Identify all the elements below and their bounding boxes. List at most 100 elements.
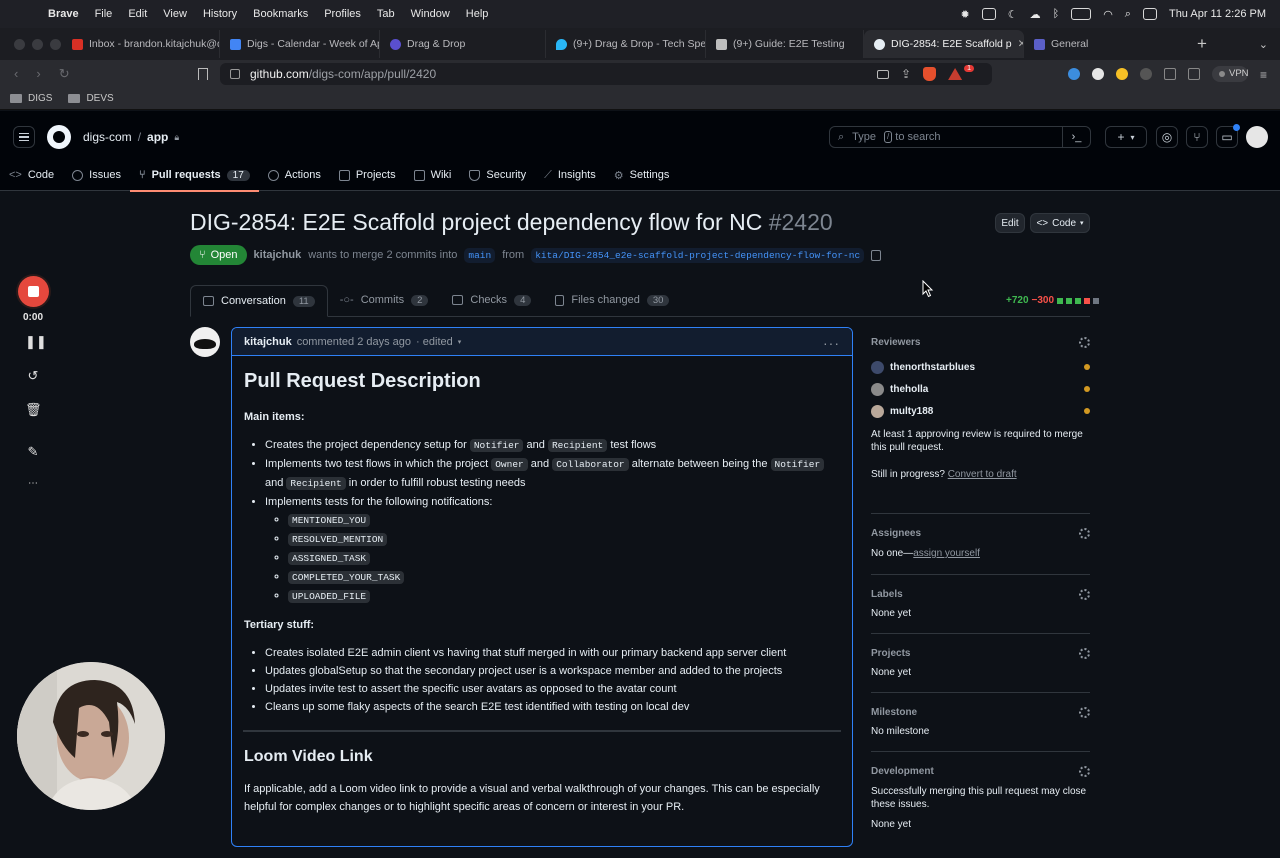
cloud-icon[interactable]: ☁ — [1030, 8, 1041, 21]
menu-history[interactable]: History — [195, 8, 245, 20]
reviewer-item[interactable]: theholla — [871, 378, 1090, 400]
pencil-icon[interactable]: ✎ — [25, 444, 41, 460]
search-spotlight-icon[interactable]: ⌕ — [1125, 8, 1131, 21]
copy-icon[interactable] — [871, 249, 882, 261]
stop-recording-button[interactable] — [18, 276, 49, 307]
menu-icon[interactable]: ≡ — [1260, 68, 1267, 82]
cast-icon[interactable] — [877, 69, 890, 79]
tab-commits[interactable]: -○- Commits 2 — [328, 284, 441, 316]
tab-projects[interactable]: Projects — [330, 159, 405, 191]
bluetooth-icon[interactable]: ᛒ — [1053, 8, 1060, 20]
gear-icon[interactable] — [1079, 648, 1090, 659]
tab-actions[interactable]: Actions — [259, 159, 330, 191]
reviewer-item[interactable]: thenorthstarblues — [871, 356, 1090, 378]
edit-title-button[interactable]: Edit — [995, 213, 1025, 233]
comment-author-avatar[interactable] — [190, 327, 220, 357]
gear-icon[interactable] — [1079, 337, 1090, 348]
browser-tab-drag-drop[interactable]: Drag & Drop — [380, 30, 546, 58]
share-icon[interactable]: ⇪ — [901, 67, 911, 81]
reviewer-item[interactable]: multy188 — [871, 400, 1090, 422]
tab-insights[interactable]: ⟋ Insights — [535, 159, 605, 191]
wallet-icon[interactable] — [1188, 68, 1200, 80]
wifi-icon[interactable]: ◠ — [1103, 8, 1113, 21]
menu-profiles[interactable]: Profiles — [316, 8, 369, 20]
browser-tab-guide[interactable]: (9+) Guide: E2E Testing — [706, 30, 864, 58]
github-logo-icon[interactable] — [47, 125, 71, 149]
battery-icon[interactable] — [1071, 8, 1092, 20]
browser-tab-inbox[interactable]: Inbox - brandon.kitajchuk@dig — [62, 30, 220, 58]
assign-yourself-link[interactable]: assign yourself — [913, 548, 980, 559]
inbox-icon[interactable]: ▭ — [1216, 124, 1240, 148]
tab-wiki[interactable]: Wiki — [405, 159, 461, 191]
command-palette-icon[interactable]: ›_ — [1062, 127, 1090, 147]
menu-file[interactable]: File — [87, 8, 121, 20]
extension-icon[interactable] — [1068, 68, 1080, 80]
brave-rewards-icon[interactable] — [948, 68, 963, 80]
chevron-down-icon[interactable]: ⌄ — [1259, 38, 1268, 51]
tab-checks[interactable]: Checks 4 — [440, 284, 543, 316]
tab-conversation[interactable]: Conversation 11 — [190, 285, 328, 317]
hamburger-menu-icon[interactable] — [13, 126, 35, 148]
address-bar[interactable]: github.com/digs-com/app/pull/2420 ⇪ 1 — [220, 63, 992, 85]
menubar-datetime[interactable]: Thu Apr 11 2:26 PM — [1169, 8, 1266, 20]
gear-icon[interactable] — [1079, 589, 1090, 600]
site-info-icon[interactable] — [230, 69, 240, 79]
tab-security[interactable]: Security — [460, 159, 535, 191]
moon-icon[interactable]: ☾ — [1008, 8, 1018, 21]
chevron-down-icon[interactable]: ▾ — [458, 338, 462, 346]
gear-status-icon[interactable]: ✹ — [960, 8, 969, 21]
tab-files-changed[interactable]: Files changed 30 — [543, 284, 681, 316]
menu-bookmarks[interactable]: Bookmarks — [245, 8, 316, 20]
extension-icon[interactable] — [1116, 68, 1128, 80]
browser-tab-calendar[interactable]: Digs - Calendar - Week of Apr — [220, 30, 380, 58]
control-center-icon[interactable] — [981, 8, 996, 20]
extension-icon[interactable] — [1092, 68, 1104, 80]
back-icon[interactable]: ‹ — [14, 66, 18, 82]
issues-icon[interactable]: ◎ — [1156, 126, 1178, 148]
reload-icon[interactable]: ↻ — [59, 66, 70, 82]
gear-icon[interactable] — [1079, 766, 1090, 777]
brave-shields-icon[interactable] — [923, 67, 937, 81]
head-branch[interactable]: kita/DIG-2854_e2e-scaffold-project-depen… — [531, 247, 865, 263]
browser-tab-tech-spec[interactable]: (9+) Drag & Drop - Tech Spec — [546, 30, 706, 58]
repo-name-link[interactable]: app — [147, 130, 168, 144]
browser-tab-general[interactable]: General — [1024, 30, 1174, 58]
trash-icon[interactable]: 🗑︎ — [25, 402, 42, 418]
edited-dropdown[interactable]: · edited — [416, 336, 453, 348]
toggle-icon[interactable] — [1142, 8, 1157, 20]
user-avatar[interactable] — [1246, 126, 1268, 148]
puzzle-icon[interactable] — [1140, 68, 1152, 80]
menu-tab[interactable]: Tab — [369, 8, 403, 20]
menu-view[interactable]: View — [155, 8, 195, 20]
tab-settings[interactable]: ⚙︎ Settings — [605, 159, 679, 191]
search-input[interactable]: ⌕ Type / to search ›_ — [829, 126, 1091, 148]
tab-code[interactable]: <> Code — [0, 159, 63, 191]
create-new-button[interactable]: + ▾ — [1105, 126, 1147, 148]
tab-pull-requests[interactable]: ⑂ Pull requests 17 — [129, 159, 259, 192]
gear-icon[interactable] — [1079, 707, 1090, 718]
convert-to-draft-link[interactable]: Convert to draft — [948, 469, 1017, 480]
pull-requests-icon[interactable]: ⑂ — [1186, 126, 1208, 148]
gear-icon[interactable] — [1079, 528, 1090, 539]
base-branch[interactable]: main — [464, 247, 496, 263]
menu-edit[interactable]: Edit — [120, 8, 155, 20]
sidebar-toggle-icon[interactable] — [1164, 68, 1176, 80]
forward-icon[interactable]: › — [36, 66, 40, 82]
menu-window[interactable]: Window — [403, 8, 458, 20]
bookmark-folder-devs[interactable]: DEVS — [68, 93, 114, 104]
bookmark-icon[interactable] — [198, 68, 208, 80]
vpn-button[interactable]: VPN — [1212, 66, 1249, 82]
menu-app-name[interactable]: Brave — [40, 8, 87, 20]
pr-author-link[interactable]: kitajchuk — [254, 249, 302, 261]
repo-owner-link[interactable]: digs-com — [83, 130, 132, 144]
restart-icon[interactable]: ↺ — [25, 368, 41, 384]
more-icon[interactable]: ⋯ — [25, 476, 41, 492]
comment-timestamp[interactable]: commented 2 days ago — [297, 336, 411, 348]
more-options-icon[interactable]: ··· — [823, 335, 840, 351]
menu-help[interactable]: Help — [458, 8, 497, 20]
browser-tab-github-pr[interactable]: DIG-2854: E2E Scaffold p ✕ — [864, 30, 1024, 58]
tab-issues[interactable]: Issues — [63, 159, 130, 191]
new-tab-icon[interactable]: + — [1188, 34, 1216, 54]
window-controls[interactable] — [0, 38, 62, 50]
bookmark-folder-digs[interactable]: DIGS — [10, 93, 52, 104]
